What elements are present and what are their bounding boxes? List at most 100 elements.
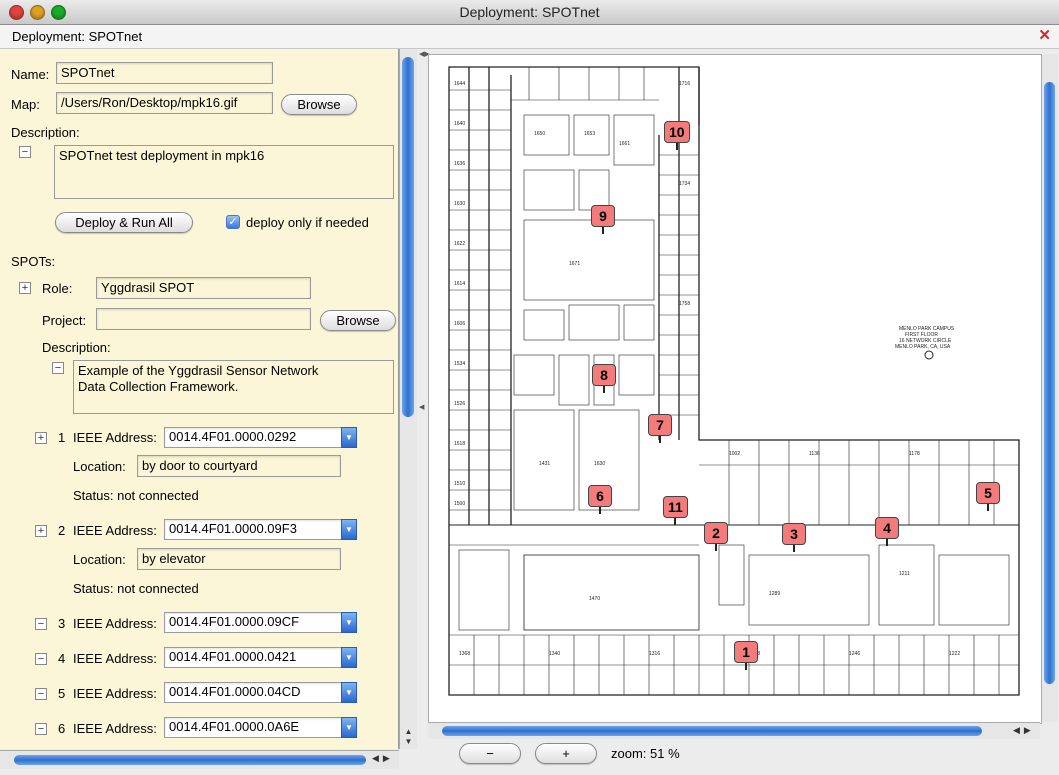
map-horizontal-scroll-thumb[interactable] xyxy=(442,726,982,736)
description-textarea[interactable]: SPOTnet test deployment in mpk16 xyxy=(54,145,394,199)
svg-text:1470: 1470 xyxy=(589,596,600,602)
chevron-down-icon[interactable]: ▼ xyxy=(341,519,357,540)
deploy-only-label: deploy only if needed xyxy=(246,215,369,230)
status-label: Status: xyxy=(73,581,114,596)
scroll-arrows-icon[interactable]: ◀▶ xyxy=(372,753,394,764)
svg-text:1222: 1222 xyxy=(949,651,960,657)
role-field[interactable]: Yggdrasil SPOT xyxy=(96,277,311,299)
spot-1-ieee-label: IEEE Address: xyxy=(73,430,157,445)
spot-marker-9[interactable]: 9 xyxy=(591,205,615,234)
spot-2-address-combo[interactable]: 0014.4F01.0000.09F3 ▼ xyxy=(164,519,357,540)
svg-text:1178: 1178 xyxy=(909,451,920,457)
spot-3-address-combo[interactable]: 0014.4F01.0000.09CF ▼ xyxy=(164,612,357,633)
svg-text:1758: 1758 xyxy=(679,301,690,307)
spot-2-location-label: Location: xyxy=(73,552,126,567)
svg-text:1644: 1644 xyxy=(454,81,465,87)
spot-6-ieee-label: IEEE Address: xyxy=(73,721,157,736)
left-horizontal-scrollbar[interactable]: ◀▶ xyxy=(0,750,399,769)
scroll-arrows-icon[interactable]: ◀▶ xyxy=(1013,725,1035,736)
deploy-run-all-button[interactable]: Deploy & Run All xyxy=(55,212,193,233)
spot-2-expand-toggle[interactable]: + xyxy=(35,525,47,537)
svg-text:1636: 1636 xyxy=(454,161,465,167)
svg-text:1640: 1640 xyxy=(454,121,465,127)
spot-marker-2[interactable]: 2 xyxy=(704,522,728,551)
name-label: Name: xyxy=(11,67,50,82)
map-browse-button[interactable]: Browse xyxy=(281,94,357,115)
spot-3-address-value: 0014.4F01.0000.09CF xyxy=(169,614,300,629)
spot-description-textarea[interactable]: Example of the Yggdrasil Sensor Network … xyxy=(73,360,394,414)
project-browse-button[interactable]: Browse xyxy=(320,310,396,331)
svg-text:1431: 1431 xyxy=(539,461,550,467)
spot-marker-5[interactable]: 5 xyxy=(976,482,1000,511)
spot-1-address-combo[interactable]: 0014.4F01.0000.0292 ▼ xyxy=(164,427,357,448)
spot-5-address-combo[interactable]: 0014.4F01.0000.04CD ▼ xyxy=(164,682,357,703)
svg-text:MENLO PARK, CA, USA: MENLO PARK, CA, USA xyxy=(895,344,951,350)
spot-4-address-combo[interactable]: 0014.4F01.0000.0421 ▼ xyxy=(164,647,357,668)
window-titlebar: Deployment: SPOTnet xyxy=(0,0,1059,25)
spot-marker-7[interactable]: 7 xyxy=(648,414,672,443)
spot-2-location-field[interactable]: by elevator xyxy=(137,548,341,570)
description-collapse-toggle[interactable]: − xyxy=(19,146,31,158)
chevron-down-icon[interactable]: ▼ xyxy=(341,682,357,703)
spot-marker-4[interactable]: 4 xyxy=(875,517,899,546)
deploy-only-checkbox[interactable]: ✓ xyxy=(226,215,240,229)
spot-marker-3[interactable]: 3 xyxy=(782,523,806,552)
svg-text:1211: 1211 xyxy=(899,571,910,577)
spot-marker-8[interactable]: 8 xyxy=(592,364,616,393)
spot-2-number: 2 xyxy=(58,523,66,538)
spot-3-number: 3 xyxy=(58,616,66,631)
spot-marker-1[interactable]: 1 xyxy=(734,641,758,670)
chevron-down-icon[interactable]: ▼ xyxy=(341,612,357,633)
spot-marker-11[interactable]: 11 xyxy=(663,496,688,525)
status-value: not connected xyxy=(117,581,199,596)
spot-6-number: 6 xyxy=(58,721,66,736)
svg-text:1510: 1510 xyxy=(454,481,465,487)
spot-1-expand-toggle[interactable]: + xyxy=(35,432,47,444)
panel-title: Deployment: SPOTnet xyxy=(12,29,143,44)
spot-description-collapse-toggle[interactable]: − xyxy=(52,362,64,374)
panel-close-icon[interactable]: ✕ xyxy=(1038,26,1051,44)
spot-1-location-field[interactable]: by door to courtyard xyxy=(137,455,341,477)
project-field[interactable] xyxy=(96,308,311,330)
floor-plan-view[interactable]: 1644 1640 1636 1630 1622 1614 1606 1534 1526 1… xyxy=(428,54,1042,724)
spot-6-collapse-toggle[interactable]: − xyxy=(35,723,47,735)
split-pane-arrows-icon[interactable]: ◀ xyxy=(419,403,424,411)
spot-5-ieee-label: IEEE Address: xyxy=(73,686,157,701)
map-path-field[interactable]: /Users/Ron/Desktop/mpk16.gif xyxy=(56,92,273,114)
svg-text:1630: 1630 xyxy=(594,461,605,467)
svg-text:1368: 1368 xyxy=(459,651,470,657)
role-label: Role: xyxy=(42,281,73,296)
svg-text:1614: 1614 xyxy=(454,281,465,287)
building-note: MENLO PARK CAMPUS FIRST FLOOR 16 NETWORK… xyxy=(895,326,955,350)
spot-1-address-value: 0014.4F01.0000.0292 xyxy=(169,429,297,444)
svg-text:1518: 1518 xyxy=(454,441,465,447)
svg-text:1526: 1526 xyxy=(454,401,465,407)
zoom-out-button[interactable]: − xyxy=(459,743,521,764)
left-vertical-scroll-thumb[interactable] xyxy=(402,57,414,417)
chevron-down-icon[interactable]: ▼ xyxy=(341,717,357,738)
chevron-down-icon[interactable]: ▼ xyxy=(341,427,357,448)
left-vertical-scrollbar[interactable]: ▲ ▼ xyxy=(399,49,417,749)
scroll-arrows-icon[interactable]: ▲ ▼ xyxy=(400,727,417,747)
floor-plan-image: 164416401636 163016221614 160615341526 1… xyxy=(448,66,1020,696)
role-expand-toggle[interactable]: + xyxy=(19,282,31,294)
svg-text:1246: 1246 xyxy=(849,651,860,657)
map-vertical-scroll-thumb[interactable] xyxy=(1044,82,1055,684)
name-field[interactable]: SPOTnet xyxy=(56,62,273,84)
left-horizontal-scroll-thumb[interactable] xyxy=(14,755,366,765)
spot-1-status: Status: not connected xyxy=(73,488,199,503)
deployment-form: Name: SPOTnet Map: /Users/Ron/Desktop/mp… xyxy=(0,49,399,749)
spot-marker-10[interactable]: 10 xyxy=(664,121,690,150)
svg-text:1622: 1622 xyxy=(454,241,465,247)
spot-4-collapse-toggle[interactable]: − xyxy=(35,653,47,665)
spot-marker-6[interactable]: 6 xyxy=(588,485,612,514)
map-horizontal-scrollbar[interactable]: ◀▶ xyxy=(428,722,1040,739)
svg-text:1340: 1340 xyxy=(549,651,560,657)
spot-3-collapse-toggle[interactable]: − xyxy=(35,618,47,630)
chevron-down-icon[interactable]: ▼ xyxy=(341,647,357,668)
map-vertical-scrollbar[interactable] xyxy=(1041,54,1058,722)
spot-6-address-combo[interactable]: 0014.4F01.0000.0A6E ▼ xyxy=(164,717,357,738)
window-title: Deployment: SPOTnet xyxy=(459,4,600,20)
zoom-in-button[interactable]: + xyxy=(535,743,597,764)
spot-5-collapse-toggle[interactable]: − xyxy=(35,688,47,700)
